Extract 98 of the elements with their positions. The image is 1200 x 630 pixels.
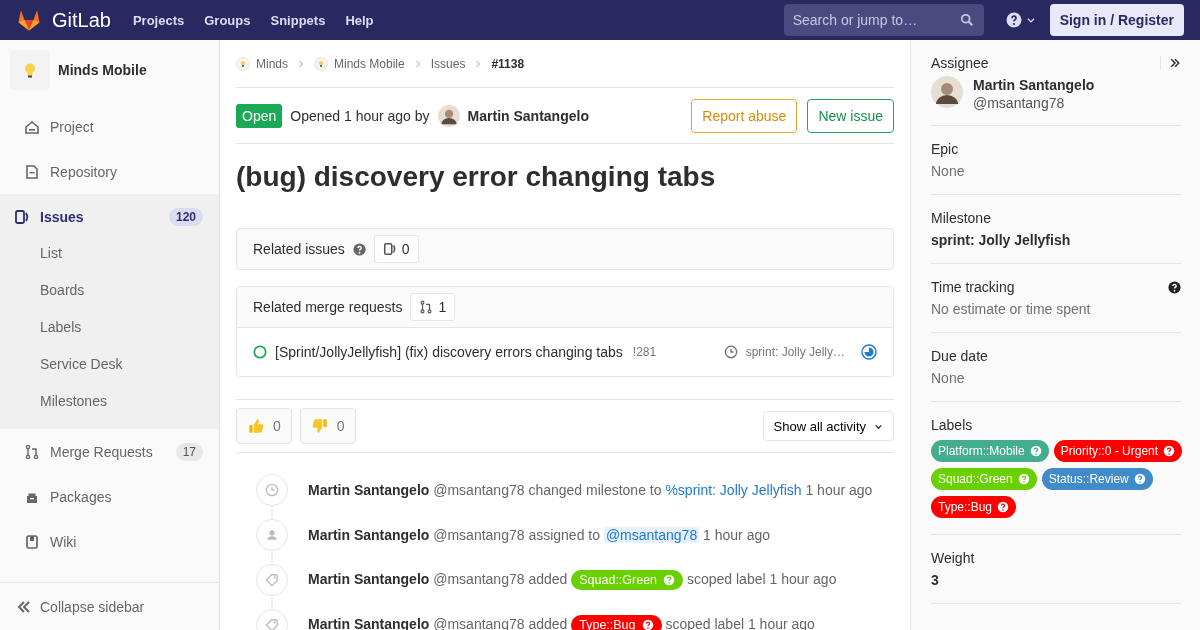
sidebar-item[interactable]: Merge Requests 17 [4, 429, 219, 474]
block-value: No estimate or time spent [931, 300, 1092, 318]
label-badge[interactable]: Priority::0 - Urgent [1053, 440, 1183, 462]
milestone-text: sprint: Jolly Jelly… [745, 345, 845, 359]
nav-link[interactable]: Snippets [270, 12, 326, 28]
breadcrumb-link[interactable]: Minds Mobile [334, 56, 405, 71]
user-mention[interactable]: @msantang78 [603, 526, 700, 543]
block-title: Milestone [931, 209, 991, 227]
merge-request-icon [419, 300, 434, 314]
merge-request-link[interactable]: [Sprint/JollyJellyfish] (fix) discovery errors changing tabs [275, 344, 623, 360]
opened-text: Opened 1 hour ago by [290, 107, 430, 124]
person-icon [265, 527, 279, 542]
avatar-icon [931, 76, 963, 108]
block-title: Epic [931, 140, 959, 158]
help-icon [1133, 473, 1146, 485]
sign-in-button[interactable]: Sign in / Register [1049, 4, 1184, 36]
clock-icon [723, 345, 738, 359]
block-title: Time tracking [931, 278, 1015, 296]
help-icon [1029, 445, 1042, 457]
open-status-icon [253, 345, 267, 359]
thumbs-down-button[interactable]: 0 [299, 408, 356, 444]
expand-sidebar-button[interactable] [1169, 57, 1181, 69]
thumbs-up-icon [247, 417, 265, 435]
help-icon [352, 242, 366, 256]
count-badge: 0 [373, 235, 419, 263]
block-value: None [931, 369, 966, 387]
sidebar-subitem[interactable]: Milestones [4, 383, 219, 420]
thumbs-up-button[interactable]: 0 [236, 408, 292, 444]
help-icon [641, 618, 654, 630]
double-chevron-left-icon [16, 598, 32, 615]
merge-request-icon [24, 443, 40, 460]
chevron-right-icon [474, 59, 483, 68]
chevron-right-icon [297, 59, 305, 68]
double-chevron-right-icon [1169, 57, 1181, 69]
activity-note: Martin Santangelo @msantang78 changed milestone to %sprint: Jolly Jellyfish 1 hour ago [308, 481, 873, 498]
block-value: None [931, 162, 966, 180]
help-icon [1168, 280, 1181, 294]
block-title: Weight [931, 549, 975, 567]
status-badge: Open [236, 103, 283, 128]
logo-text[interactable]: GitLab [52, 8, 111, 32]
label-badge[interactable]: Status::Review [1041, 468, 1153, 490]
nav-link[interactable]: Projects [132, 12, 185, 28]
new-issue-button[interactable]: New issue [807, 98, 894, 133]
activity-note: Martin Santangelo @msantang78 assigned to @msantang78 1 hour ago [308, 526, 771, 543]
label-badge[interactable]: Type::Bug [931, 496, 1017, 518]
sidebar-item[interactable]: Packages [4, 474, 219, 519]
assignee-name[interactable]: Martin Santangelo [973, 76, 1095, 94]
tag-icon [265, 572, 279, 587]
help-icon [1017, 473, 1030, 485]
block-title: Assignee [931, 54, 989, 72]
tag-icon [265, 617, 279, 630]
avatar-icon [437, 104, 460, 127]
count-badge: 120 [168, 207, 203, 226]
pipeline-status-icon [861, 344, 877, 360]
block-value: sprint: Jolly Jellyfish [931, 231, 1072, 249]
sidebar-item[interactable]: Repository [4, 149, 219, 194]
issues-icon [382, 242, 397, 256]
breadcrumb-link[interactable]: Issues [430, 56, 466, 71]
assignee-handle: @msantang78 [973, 94, 1066, 112]
sidebar-subitem[interactable]: Labels [4, 309, 219, 346]
card-title: Related issues [253, 241, 345, 257]
count-badge: 17 [175, 442, 203, 461]
home-icon [24, 118, 40, 135]
activity-note: Martin Santangelo @msantang78 added Squad::Green scoped label 1 hour ago [308, 569, 837, 590]
help-icon [1005, 12, 1022, 28]
merge-request-ref: !281 [632, 345, 657, 359]
help-icon [663, 573, 676, 586]
help-icon [1163, 445, 1176, 457]
project-name[interactable]: Minds Mobile [58, 62, 147, 78]
author-link[interactable]: Martin Santangelo [467, 107, 589, 124]
sidebar-subitem[interactable]: Service Desk [4, 346, 219, 383]
breadcrumb-link[interactable]: #1138 [491, 56, 525, 71]
chevron-down-icon [1025, 15, 1036, 25]
block-title: Due date [931, 347, 988, 365]
chevron-right-icon [413, 59, 422, 68]
sidebar-item[interactable]: Wiki [4, 519, 219, 564]
search-field[interactable]: Search or jump to… [783, 4, 984, 36]
count-badge: 1 [410, 293, 456, 321]
block-title: Labels [931, 416, 973, 434]
search-icon [959, 13, 974, 27]
document-icon [24, 163, 40, 180]
lightbulb-icon [314, 56, 328, 71]
issues-icon [14, 208, 30, 225]
help-icon [997, 501, 1010, 513]
activity-filter-dropdown[interactable]: Show all activity [762, 411, 894, 441]
milestone-link[interactable]: %sprint: Jolly Jellyfish [665, 481, 802, 498]
card-title: Related merge requests [253, 299, 403, 315]
block-value: 3 [931, 571, 940, 589]
issue-title: (bug) discovery error changing tabs [236, 160, 717, 194]
nav-link[interactable]: Help [345, 12, 374, 28]
thumbs-down-icon [310, 417, 329, 435]
sidebar-item[interactable]: Project [4, 104, 219, 149]
book-icon [24, 533, 40, 550]
clock-icon [265, 482, 279, 497]
nav-link[interactable]: Groups [204, 12, 251, 28]
breadcrumb-link[interactable]: Minds [256, 56, 288, 71]
sidebar-subitem[interactable]: Boards [4, 272, 219, 309]
lightbulb-icon [236, 56, 250, 71]
